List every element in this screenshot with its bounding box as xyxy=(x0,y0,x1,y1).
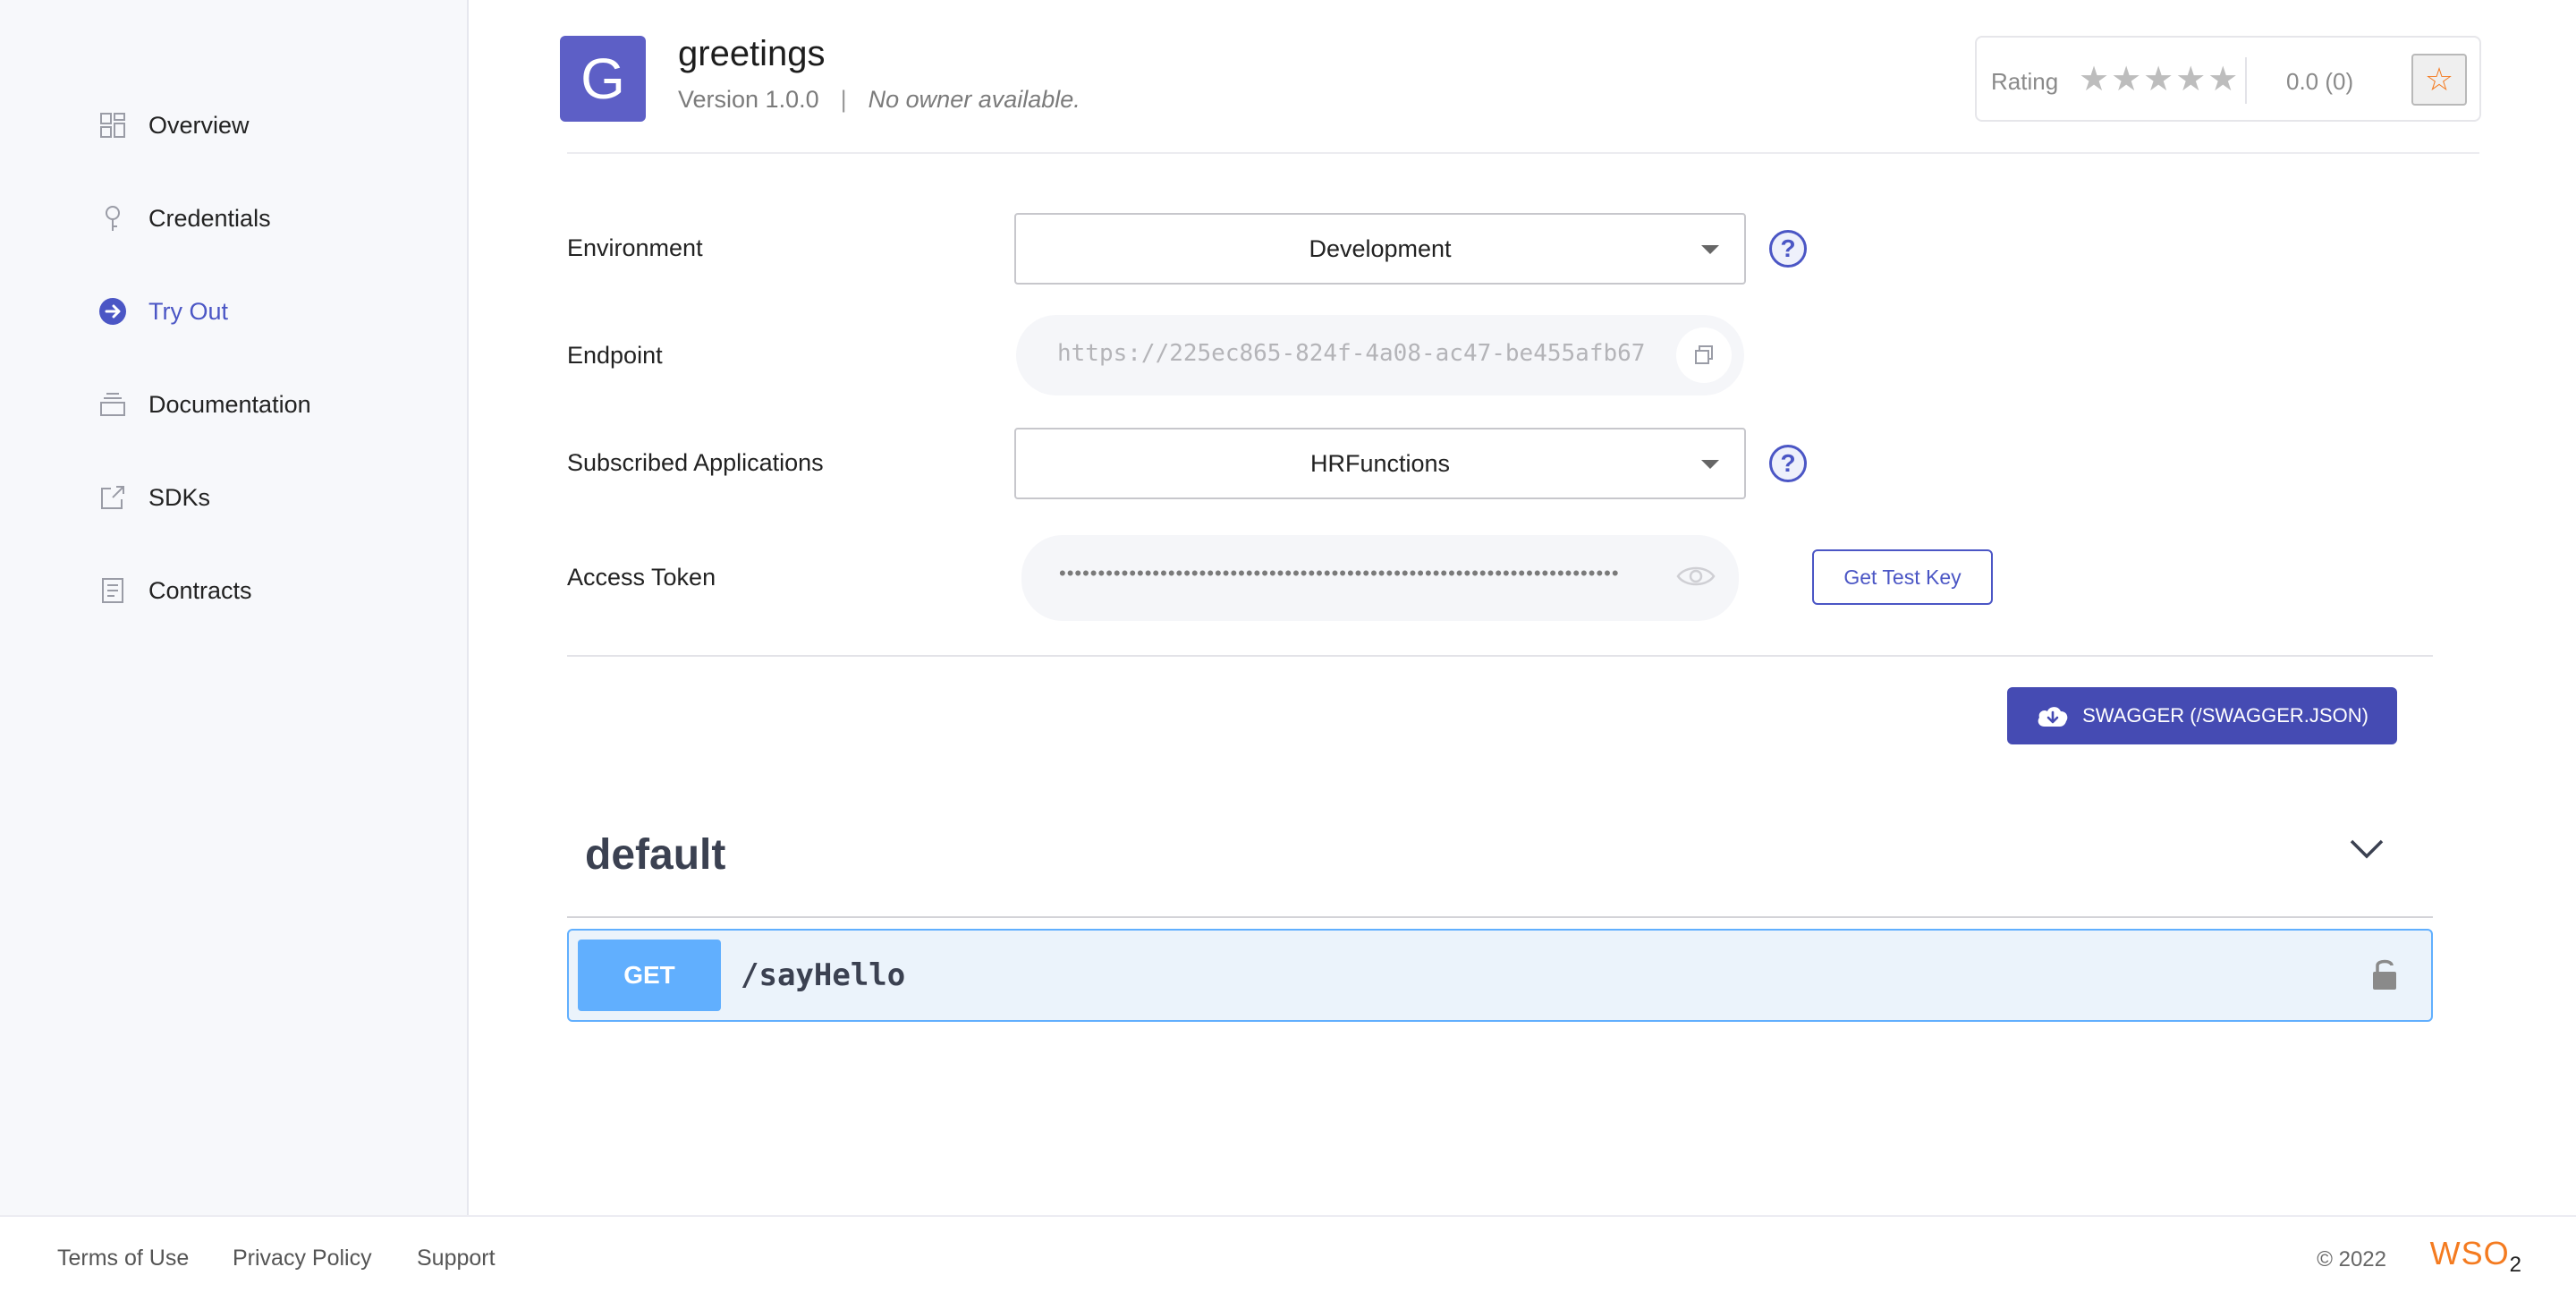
download-swagger-label: SWAGGER (/SWAGGER.JSON) xyxy=(2082,704,2368,727)
sidebar-item-contracts[interactable]: Contracts xyxy=(97,564,252,617)
sidebar-item-sdks[interactable]: SDKs xyxy=(97,471,210,524)
sidebar-item-try-out[interactable]: Try Out xyxy=(97,285,228,338)
rating-divider xyxy=(2245,57,2247,104)
subscribed-applications-help-icon[interactable]: ? xyxy=(1769,445,1807,482)
subscribed-applications-select[interactable]: HRFunctions xyxy=(1014,428,1746,499)
rate-star-button[interactable]: ☆ xyxy=(2411,54,2467,106)
endpoint-field[interactable]: https://225ec865-824f-4a08-ac47-be455afb… xyxy=(1016,315,1744,395)
sidebar-item-label: Contracts xyxy=(148,576,252,604)
download-swagger-button[interactable]: SWAGGER (/SWAGGER.JSON) xyxy=(2007,687,2397,744)
stack-icon xyxy=(97,388,129,421)
get-test-key-button[interactable]: Get Test Key xyxy=(1812,549,1993,605)
privacy-policy-link[interactable]: Privacy Policy xyxy=(233,1246,372,1271)
caret-down-icon xyxy=(1701,460,1719,469)
api-name: greetings xyxy=(678,34,826,73)
swagger-tag-divider xyxy=(567,916,2433,918)
terms-of-use-link[interactable]: Terms of Use xyxy=(57,1246,189,1271)
sidebar-item-label: Documentation xyxy=(148,390,311,418)
sidebar: Overview Credentials Try Out Documentati… xyxy=(0,0,469,1215)
cloud-download-icon xyxy=(2038,707,2068,727)
environment-label: Environment xyxy=(567,234,703,261)
endpoint-value: https://225ec865-824f-4a08-ac47-be455afb… xyxy=(1057,340,1646,367)
lock-icon[interactable] xyxy=(2370,956,2399,998)
api-owner: No owner available. xyxy=(868,86,1080,113)
http-method-badge: GET xyxy=(578,940,721,1011)
sidebar-item-documentation[interactable]: Documentation xyxy=(97,378,311,431)
access-token-value: ••••••••••••••••••••••••••••••••••••••••… xyxy=(1059,562,1620,584)
access-token-field[interactable]: ••••••••••••••••••••••••••••••••••••••••… xyxy=(1021,535,1739,621)
environment-value: Development xyxy=(1309,234,1452,262)
version-separator: | xyxy=(840,86,847,113)
operation-row[interactable]: GET /sayHello xyxy=(567,929,2433,1022)
eye-icon[interactable] xyxy=(1676,562,1716,595)
swagger-tag-title[interactable]: default xyxy=(585,830,725,880)
environment-select[interactable]: Development xyxy=(1014,213,1746,285)
form-divider xyxy=(567,655,2433,657)
header-divider xyxy=(567,152,2479,154)
subscribed-applications-value: HRFunctions xyxy=(1309,449,1451,477)
caret-down-icon xyxy=(1701,245,1719,254)
access-token-label: Access Token xyxy=(567,564,716,591)
sidebar-item-label: SDKs xyxy=(148,483,211,511)
sidebar-item-label: Overview xyxy=(148,111,250,139)
api-version: Version 1.0.0 xyxy=(678,86,819,113)
endpoint-label: Endpoint xyxy=(567,342,663,369)
key-icon xyxy=(97,202,129,234)
api-logo: G xyxy=(560,36,646,122)
external-box-icon xyxy=(97,481,129,514)
rating-value: 0.0 (0) xyxy=(2286,68,2354,95)
grid-icon xyxy=(97,109,129,141)
rating-label: Rating xyxy=(1991,68,2059,95)
copyright: © 2022 xyxy=(2317,1247,2386,1271)
chevron-down-icon[interactable] xyxy=(2349,838,2385,865)
copy-icon[interactable] xyxy=(1676,327,1732,383)
sidebar-item-label: Try Out xyxy=(148,297,229,325)
document-icon xyxy=(97,574,129,607)
support-link[interactable]: Support xyxy=(417,1246,496,1271)
subscribed-applications-label: Subscribed Applications xyxy=(567,449,824,476)
footer: Terms of Use Privacy Policy Support © 20… xyxy=(0,1215,2576,1301)
environment-help-icon[interactable]: ? xyxy=(1769,230,1807,268)
version-line: Version 1.0.0 | No owner available. xyxy=(678,86,1080,114)
rating-box: Rating ★★★★★ 0.0 (0) ☆ xyxy=(1975,36,2481,122)
sidebar-item-overview[interactable]: Overview xyxy=(97,98,250,152)
operation-path: /sayHello xyxy=(741,957,906,993)
sidebar-item-credentials[interactable]: Credentials xyxy=(97,191,271,245)
wso2-logo: WSO2 xyxy=(2429,1235,2522,1278)
star-rating-icons[interactable]: ★★★★★ xyxy=(2079,59,2240,99)
sidebar-item-label: Credentials xyxy=(148,204,271,232)
arrow-right-circle-icon xyxy=(97,295,129,327)
